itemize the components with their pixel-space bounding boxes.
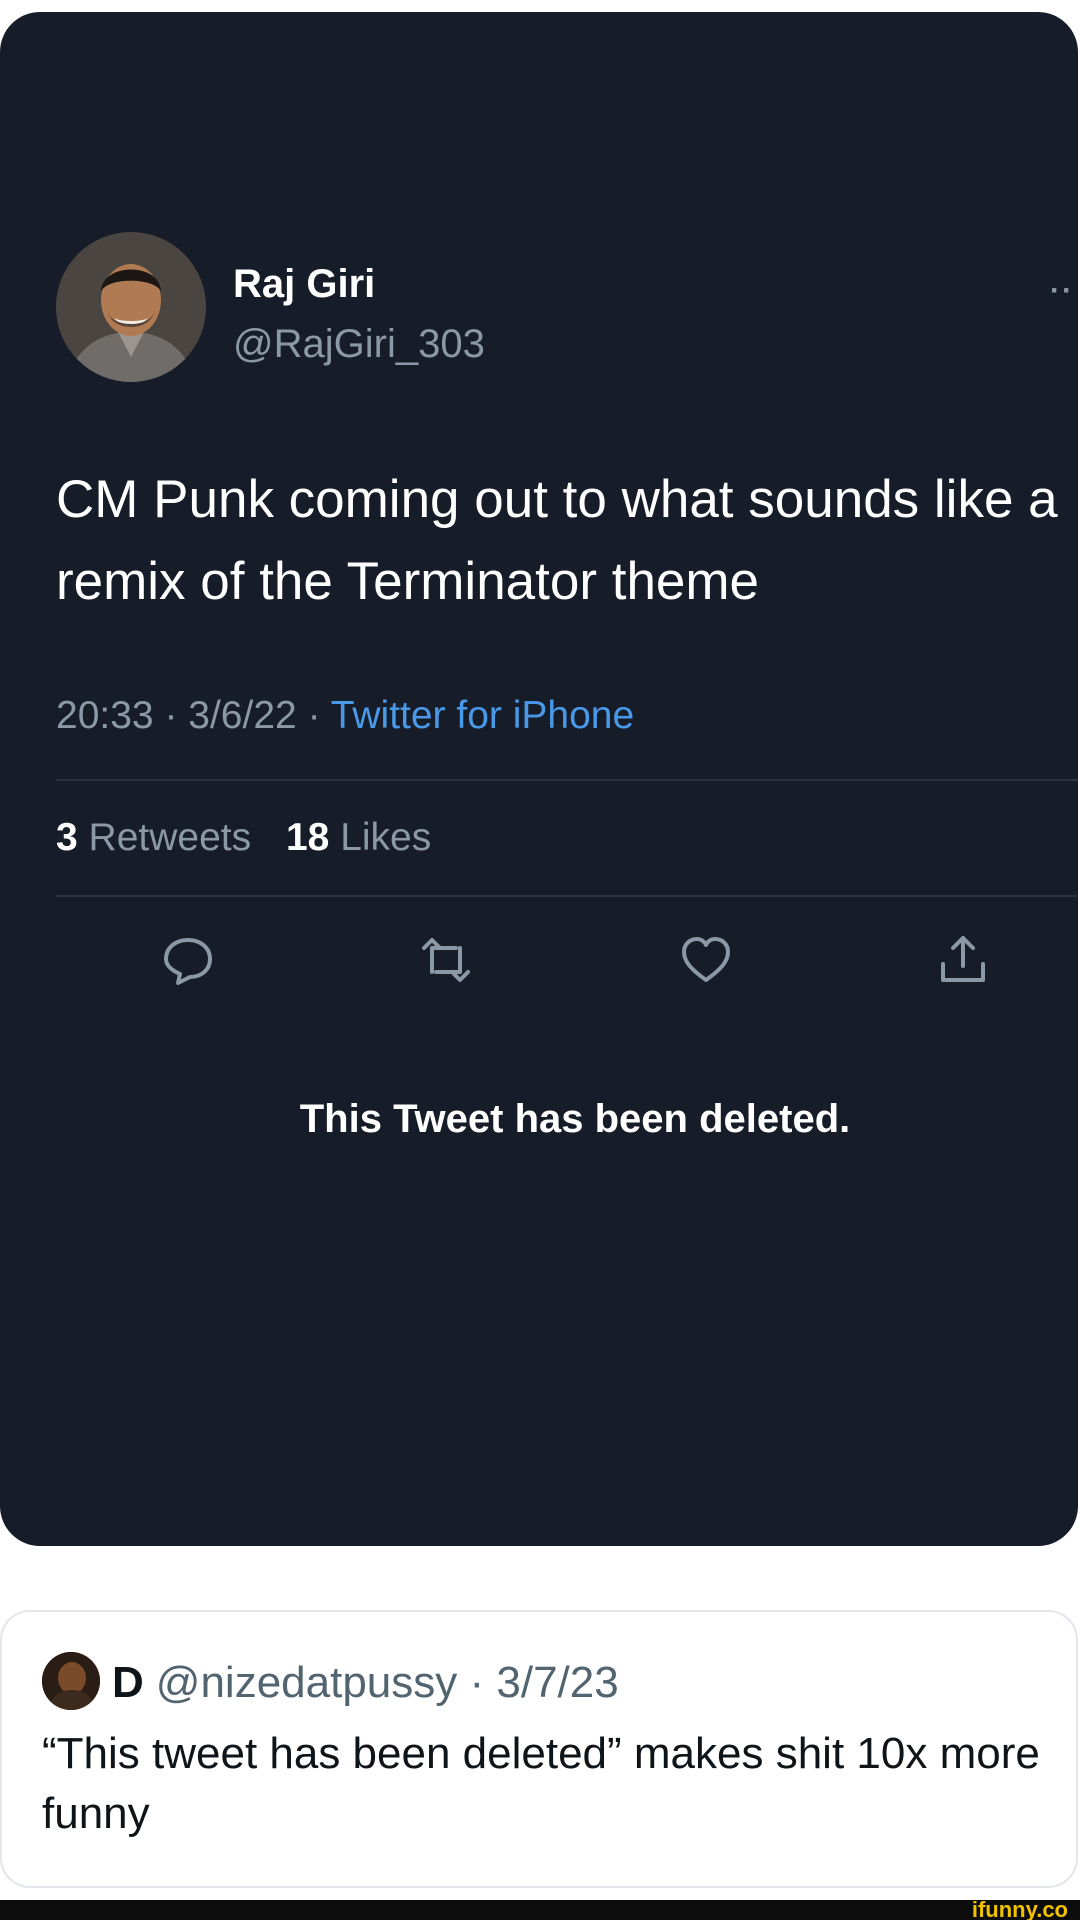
likes-label[interactable]: Likes xyxy=(340,816,431,859)
divider xyxy=(56,895,1078,897)
reply-separator: · xyxy=(457,1658,497,1707)
user-handle[interactable]: @RajGiri_303 xyxy=(233,322,485,367)
reply-header: D @nizedatpussy · 3/7/23 xyxy=(112,1658,619,1708)
like-count[interactable]: 18 xyxy=(286,816,329,859)
meta-separator: · xyxy=(307,694,331,737)
ifunny-watermark: ifunny.co xyxy=(971,1897,1068,1920)
retweet-icon[interactable] xyxy=(418,932,474,988)
avatar[interactable] xyxy=(56,232,206,382)
meta-separator: · xyxy=(164,694,189,737)
reply-profile-photo xyxy=(42,1652,100,1710)
reply-date[interactable]: 3/7/23 xyxy=(496,1658,618,1707)
reply-text: “This tweet has been deleted” makes shit… xyxy=(42,1729,1040,1838)
tweet-date: 3/6/22 xyxy=(188,694,297,737)
deleted-tweet-card: Raj Giri @RajGiri_303 ·· CM Punk coming … xyxy=(0,12,1078,1546)
tweet-meta: 20:33 · 3/6/22 · Twitter for iPhone xyxy=(56,694,634,738)
retweets-label[interactable]: Retweets xyxy=(89,816,252,859)
share-icon[interactable] xyxy=(935,932,991,988)
watermark-bar xyxy=(0,1900,1080,1920)
display-name[interactable]: Raj Giri xyxy=(233,262,375,307)
like-icon[interactable] xyxy=(678,932,734,988)
deleted-notice: This Tweet has been deleted. xyxy=(299,1097,851,1141)
tweet-time: 20:33 xyxy=(56,694,154,737)
retweet-count[interactable]: 3 xyxy=(56,816,78,859)
profile-photo xyxy=(56,232,206,382)
reply-handle[interactable]: @nizedatpussy xyxy=(156,1658,458,1707)
more-options-icon[interactable]: ·· xyxy=(1050,274,1074,308)
reply-tweet-card[interactable]: D @nizedatpussy · 3/7/23 “This tweet has … xyxy=(0,1610,1078,1888)
reply-icon[interactable] xyxy=(160,932,216,988)
tweet-stats: 3 Retweets 18 Likes xyxy=(56,816,431,860)
tweet-text: CM Punk coming out to what sounds like a… xyxy=(56,470,1058,611)
divider xyxy=(56,779,1078,781)
reply-display-name[interactable]: D xyxy=(112,1658,144,1707)
reply-avatar[interactable] xyxy=(42,1652,100,1710)
tweet-source-link[interactable]: Twitter for iPhone xyxy=(331,694,634,737)
